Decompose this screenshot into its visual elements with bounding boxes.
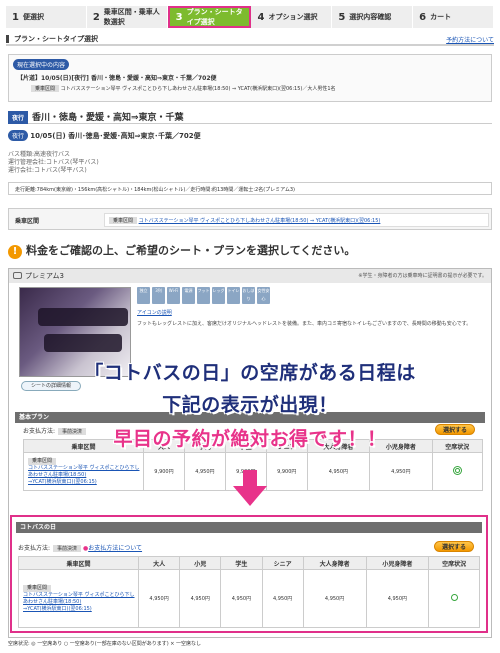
notice-text: 料金をご確認の上、ご希望のシート・プランを選択してください。 — [26, 244, 356, 257]
step-6: 6 カート — [413, 6, 494, 28]
plan-head: プレミアム3 ※学生・身障者の方は乗車時に証明書の提示が必要です。 — [9, 269, 491, 283]
footrest-icon: フット — [197, 287, 210, 304]
select-button-kotobus-day[interactable]: 選択する — [434, 541, 474, 552]
toilet-icon: トイレ — [227, 287, 240, 304]
power-icon: 電源 — [182, 287, 195, 304]
amenity-icons: 独立 3列 Wi-Fi 電源 フット レッグ トイレ おしぼり 女性安心 — [137, 287, 270, 304]
pay-method-kotobus-day: お支払方法: 事前決済 ●お支払方法について — [18, 545, 143, 552]
icon-legend-link[interactable]: アイコンの説明 — [137, 310, 172, 316]
warning-icon: ! — [8, 245, 22, 259]
plan-description: フットもレッグレストに加え、客席だけオリジナルヘッドレストを装備。また、車内コミ… — [137, 321, 472, 327]
current-selection-box: 現在選択中の内容 【片道】10/05(日)[夜行] 香川・徳島・愛媛・高知⇒東京… — [8, 54, 492, 102]
help-link[interactable]: 予約方法について — [446, 35, 494, 44]
step-2: 2 乗車区間・乗車人数選択 — [86, 6, 168, 28]
route-title: 香川・徳島・愛媛・高知⇒東京・千葉 — [32, 113, 184, 123]
step-3-active: 3 プラン・シートタイプ選択 — [167, 6, 252, 28]
pay-chip-kotobus-day: 事前決済 — [53, 545, 82, 552]
step-indicator: 1 便選択 2 乗車区間・乗車人数選択 3 プラン・シートタイプ選択 4 オプション選択… — [6, 6, 494, 28]
operator: 運行会社:コトバス(琴平バス) — [8, 167, 87, 174]
segment-row: 乗車区間 乗車区間 コトバスステーション琴平 ヴィスポことひら下しあわせさん駐車… — [8, 208, 492, 230]
distance-box: 走行距離:784km(東京線)・156km(高松シャトル)・184km(松山シャ… — [8, 182, 492, 195]
banner-line-2: 下記の表示が出現！ — [162, 394, 338, 416]
trip-line-row: 夜行 10/05(日) 香川･徳島･愛媛･高知⇒東京･千葉／702便 — [8, 130, 492, 141]
price-table-kotobus-day: 乗車区間 大人 小児 学生 シニア 大人身障者 小児身障者 空席状況 乗車区間コ… — [18, 556, 480, 628]
route-header: 夜行 香川・徳島・愛媛・高知⇒東京・千葉 — [8, 110, 492, 124]
double-circle-available-icon — [454, 468, 460, 473]
stop-text: コトバスステーション琴平 ヴィスポことひら下しあわせさん駐車場(18:50) ⇒… — [60, 86, 336, 92]
bus-icon — [13, 272, 22, 279]
bus-info: バス種類:高速夜行バス 運行管理会社:コトバス(琴平バス) 運行会社:コトバス(… — [8, 151, 492, 175]
three-row-icon: 3列 — [152, 287, 165, 304]
notice: ! 料金をご確認の上、ご希望のシート・プランを選択してください。 — [8, 242, 355, 259]
operator-manager: 運行管理会社:コトバス(琴平バス) — [8, 159, 99, 166]
banner-line-3: 早目の予約が絶対お得です！！ — [113, 428, 387, 450]
trip-tag: 夜行 — [8, 130, 29, 141]
banner-line-1: 「コトバスの日」の空席がある日程は — [84, 362, 416, 384]
table-row: 乗車区間 コトバスステーション琴平 ヴィスポことひら下しあわせさん駐車場(18:5… — [18, 569, 480, 628]
circle-available-icon — [450, 594, 458, 601]
down-arrow-icon — [233, 470, 267, 506]
step-1: 1 便選択 — [6, 6, 87, 28]
legrest-icon: レッグ — [212, 287, 225, 304]
route-tag: 夜行 — [8, 111, 29, 124]
wifi-icon: Wi-Fi — [167, 287, 180, 304]
step-5: 5 選択内容確認 — [332, 6, 414, 28]
towel-icon: おしぼり — [242, 287, 255, 304]
step-4: 4 オプション選択 — [251, 6, 333, 28]
stop-chip: 乗車区間 — [31, 85, 60, 92]
availability-legend: 空席状況: ◎ 一空席あり ○ 一空席あり(一部在庫のない区間があります) × … — [8, 641, 202, 647]
current-selection-badge: 現在選択中の内容 — [13, 59, 70, 70]
plan-label-kotobus-day: コトバスの日 — [16, 522, 482, 533]
plan-note: ※学生・身障者の方は乗車時に証明書の提示が必要です。 — [358, 273, 487, 279]
private-seat-icon: 独立 — [137, 287, 150, 304]
segment-chip: 乗車区間 — [109, 217, 138, 224]
current-summary: 【片道】10/05(日)[夜行] 香川・徳島・愛媛・高知⇒東京・千葉／702便 — [17, 75, 217, 82]
pay-help-link[interactable]: お支払方法について — [88, 545, 142, 552]
trip-line: 10/05(日) 香川･徳島･愛媛･高知⇒東京･千葉／702便 — [30, 132, 201, 140]
segment-link[interactable]: コトバスステーション琴平 ヴィスポことひら下しあわせさん駐車場(18:50) ⇒… — [139, 218, 381, 224]
women-safe-icon: 女性安心 — [257, 287, 270, 304]
section-title: プラン・シートタイプ選択 予約方法について — [6, 34, 494, 46]
segment-label: 乗車区間 — [15, 218, 40, 225]
distance-text: 走行距離:784km(東京線)・156km(高松シャトル)・184km(松山シャ… — [15, 187, 295, 193]
bus-type: バス種類:高速夜行バス — [8, 151, 71, 158]
plan-name: プレミアム3 — [25, 272, 64, 280]
